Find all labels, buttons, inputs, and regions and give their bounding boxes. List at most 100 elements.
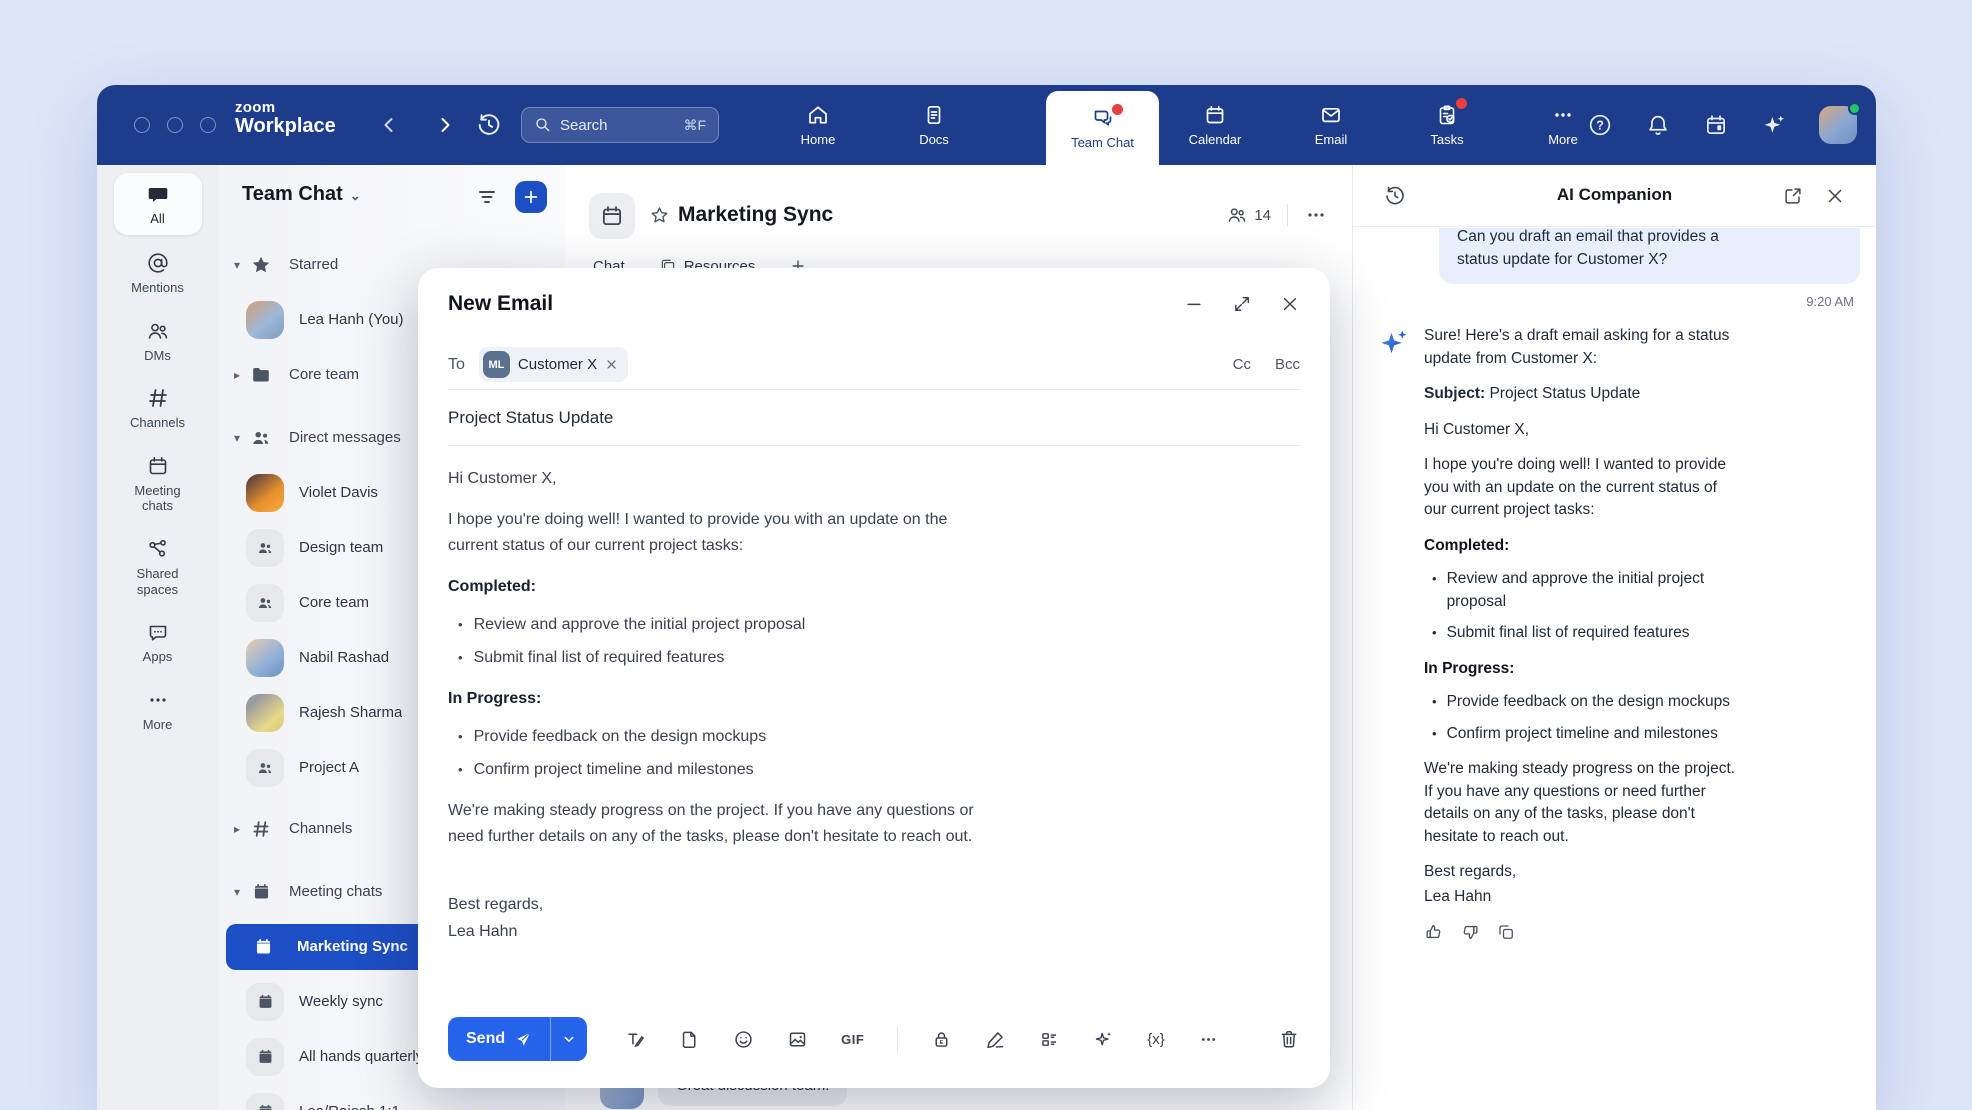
thumbs-up-icon[interactable] bbox=[1424, 922, 1444, 942]
schedule-icon[interactable] bbox=[1703, 112, 1729, 138]
more-icon bbox=[1551, 103, 1575, 127]
caret-down-icon[interactable]: ▾ bbox=[228, 258, 246, 272]
channel-calendar-icon bbox=[589, 193, 635, 239]
mention-icon bbox=[146, 251, 170, 275]
more-options-icon[interactable] bbox=[1198, 1029, 1219, 1050]
emoji-icon[interactable] bbox=[733, 1029, 754, 1050]
caret-down-icon[interactable]: ▾ bbox=[228, 431, 246, 445]
history-icon[interactable] bbox=[475, 111, 503, 139]
chat-filled-icon bbox=[146, 183, 170, 207]
delete-draft-icon[interactable] bbox=[1278, 1028, 1300, 1050]
rail-item-mentions[interactable]: Mentions bbox=[97, 251, 218, 296]
minimize-icon[interactable] bbox=[1184, 294, 1204, 314]
thumbs-down-icon[interactable] bbox=[1460, 922, 1480, 942]
email-body-editor[interactable]: Hi Customer X, I hope you're doing well!… bbox=[448, 446, 1188, 945]
chevron-down-icon: ⌄ bbox=[350, 188, 361, 204]
apps-icon bbox=[146, 620, 170, 644]
close-icon[interactable] bbox=[1280, 294, 1300, 314]
forward-button[interactable] bbox=[433, 113, 457, 137]
close-window-button[interactable] bbox=[134, 117, 150, 133]
channel-more-icon[interactable] bbox=[1304, 203, 1328, 227]
rail-item-dms[interactable]: DMs bbox=[97, 319, 218, 364]
avatar bbox=[246, 639, 284, 677]
rail-item-more[interactable]: More bbox=[97, 688, 218, 733]
main-nav: Home Docs Team Chat Calendar Email bbox=[786, 85, 1595, 165]
meeting-calendar-icon bbox=[246, 983, 284, 1021]
svg-text:E: E bbox=[940, 1040, 944, 1046]
caret-right-icon[interactable]: ▸ bbox=[228, 822, 246, 836]
zoom-window-button[interactable] bbox=[200, 117, 216, 133]
team-chat-title[interactable]: Team Chat ⌄ bbox=[242, 183, 361, 206]
svg-text:?: ? bbox=[1596, 119, 1604, 133]
ai-compose-icon[interactable] bbox=[1093, 1029, 1114, 1050]
app-window: zoom Workplace Search ⌘F Home Do bbox=[97, 85, 1876, 1110]
nav-docs[interactable]: Docs bbox=[902, 85, 966, 165]
people-icon bbox=[146, 319, 170, 343]
list-item: Provide feedback on the design mockups bbox=[1432, 691, 1860, 714]
image-icon[interactable] bbox=[787, 1029, 808, 1050]
send-button[interactable]: Send bbox=[448, 1017, 551, 1061]
help-icon[interactable]: ? bbox=[1587, 112, 1613, 138]
nav-email[interactable]: Email bbox=[1299, 85, 1363, 165]
nav-team-chat[interactable]: Team Chat bbox=[1046, 91, 1159, 165]
user-prompt-bubble: Can you draft an email that provides a s… bbox=[1439, 228, 1860, 284]
form-icon[interactable] bbox=[1039, 1029, 1060, 1050]
response-feedback bbox=[1424, 922, 1860, 942]
send-button-group[interactable]: Send bbox=[448, 1017, 587, 1061]
rail-item-channels[interactable]: Channels bbox=[97, 386, 218, 431]
gif-icon[interactable]: GIF bbox=[841, 1032, 864, 1047]
hash-icon bbox=[246, 818, 276, 840]
caret-down-icon[interactable]: ▾ bbox=[228, 885, 246, 899]
new-chat-button[interactable] bbox=[515, 181, 547, 213]
encrypt-icon[interactable]: E bbox=[931, 1029, 952, 1050]
template-icon[interactable] bbox=[679, 1029, 700, 1050]
close-icon[interactable] bbox=[1824, 185, 1846, 207]
home-icon bbox=[806, 103, 830, 127]
list-item: Confirm project timeline and milestones bbox=[458, 757, 1188, 783]
minimize-window-button[interactable] bbox=[167, 117, 183, 133]
expand-icon[interactable] bbox=[1232, 294, 1252, 314]
ai-companion-icon[interactable] bbox=[1761, 112, 1787, 138]
ai-response: Sure! Here's a draft email asking for a … bbox=[1379, 325, 1860, 942]
copy-icon[interactable] bbox=[1496, 922, 1516, 942]
search-input[interactable]: Search ⌘F bbox=[521, 107, 719, 143]
caret-right-icon[interactable]: ▸ bbox=[228, 368, 246, 382]
rail-item-shared-spaces[interactable]: Shared spaces bbox=[97, 537, 218, 597]
cc-button[interactable]: Cc bbox=[1233, 356, 1251, 373]
filter-icon[interactable] bbox=[475, 185, 499, 209]
email-icon bbox=[1319, 103, 1343, 127]
open-in-window-icon[interactable] bbox=[1782, 185, 1804, 207]
subject-field[interactable]: Project Status Update bbox=[448, 390, 1300, 446]
ai-conversation: Can you draft an email that provides a s… bbox=[1353, 228, 1876, 1110]
list-item: Confirm project timeline and milestones bbox=[1432, 723, 1860, 746]
nav-more[interactable]: More bbox=[1531, 85, 1595, 165]
bcc-button[interactable]: Bcc bbox=[1275, 356, 1300, 373]
to-field[interactable]: To ML Customer X Cc Bcc bbox=[448, 340, 1300, 390]
remove-recipient-icon[interactable] bbox=[605, 358, 618, 371]
hash-icon bbox=[146, 386, 170, 410]
rail-item-apps[interactable]: Apps bbox=[97, 620, 218, 665]
nav-home[interactable]: Home bbox=[786, 85, 850, 165]
signature-icon[interactable] bbox=[985, 1029, 1006, 1050]
star-outline-icon[interactable] bbox=[649, 205, 670, 226]
rail-item-meeting-chats[interactable]: Meeting chats bbox=[97, 454, 218, 514]
recipient-chip[interactable]: ML Customer X bbox=[479, 347, 628, 382]
more-icon bbox=[146, 688, 170, 712]
nav-calendar[interactable]: Calendar bbox=[1183, 85, 1247, 165]
people-icon bbox=[246, 427, 276, 449]
group-avatar-icon bbox=[246, 584, 284, 622]
notifications-icon[interactable] bbox=[1645, 112, 1671, 138]
back-button[interactable] bbox=[377, 113, 401, 137]
meeting-calendar-icon bbox=[146, 454, 170, 478]
send-options-button[interactable] bbox=[551, 1017, 587, 1061]
text-format-icon[interactable] bbox=[625, 1029, 646, 1050]
window-traffic-lights[interactable] bbox=[134, 117, 216, 133]
nav-tasks[interactable]: Tasks bbox=[1415, 85, 1479, 165]
recipient-avatar: ML bbox=[483, 351, 510, 378]
member-count[interactable]: 14 bbox=[1226, 204, 1271, 226]
list-item: Review and approve the initial project p… bbox=[1432, 568, 1860, 613]
user-avatar[interactable] bbox=[1819, 106, 1857, 144]
variables-icon[interactable]: {x} bbox=[1147, 1031, 1165, 1048]
group-avatar-icon bbox=[246, 529, 284, 567]
rail-item-all[interactable]: All bbox=[114, 173, 202, 235]
